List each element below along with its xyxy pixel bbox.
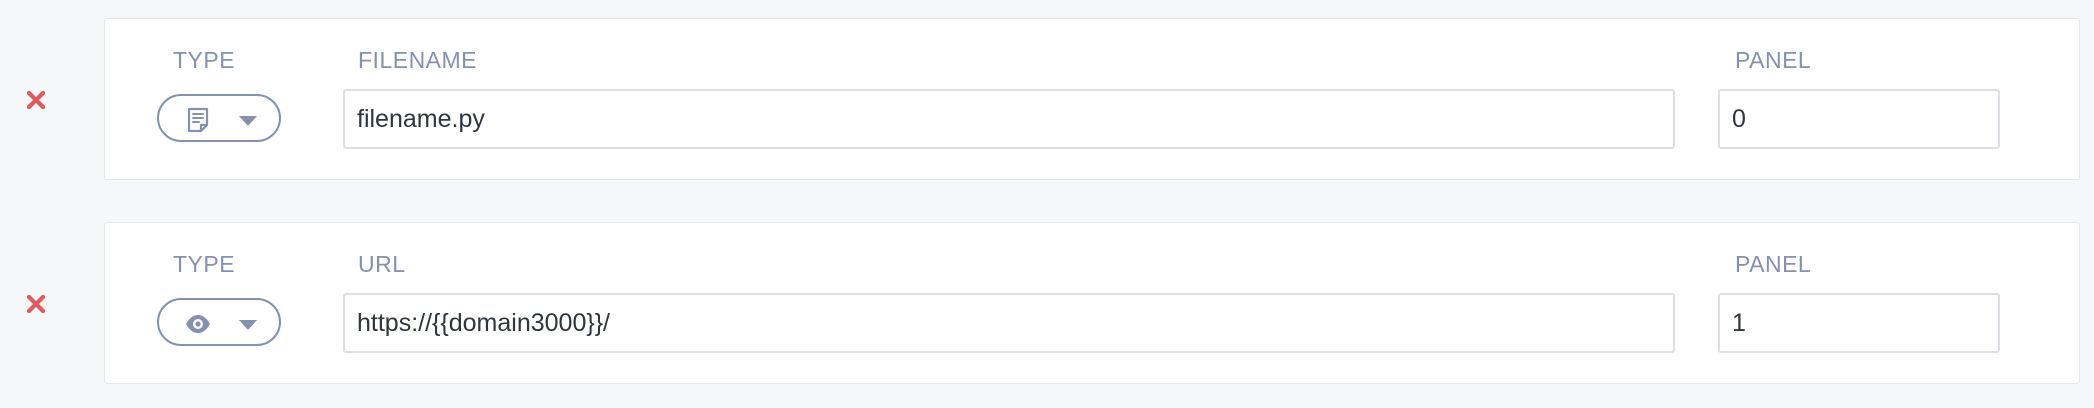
type-column-label: TYPE xyxy=(173,251,236,277)
tab-row-file: TYPE FILENAME PANEL xyxy=(0,18,2094,182)
tab-row-url: TYPE URL PANEL xyxy=(0,222,2094,386)
panel-input[interactable] xyxy=(1718,293,2000,353)
type-column-label: TYPE xyxy=(173,47,236,73)
url-input[interactable] xyxy=(343,293,1675,353)
filename-input[interactable] xyxy=(343,89,1675,149)
chevron-down-icon xyxy=(238,115,258,127)
type-select-dropdown[interactable] xyxy=(157,298,281,346)
filename-column-label: FILENAME xyxy=(358,47,478,73)
tab-config-card: TYPE FILENAME PANEL xyxy=(104,18,2080,180)
remove-row-button[interactable] xyxy=(24,88,48,112)
eye-icon xyxy=(185,311,211,337)
url-column-label: URL xyxy=(358,251,406,277)
panel-input[interactable] xyxy=(1718,89,2000,149)
chevron-down-icon xyxy=(238,319,258,331)
close-x-icon xyxy=(26,294,46,314)
file-icon xyxy=(185,107,211,133)
panel-column-label: PANEL xyxy=(1735,251,1812,277)
remove-row-button[interactable] xyxy=(24,292,48,316)
close-x-icon xyxy=(26,90,46,110)
type-select-dropdown[interactable] xyxy=(157,94,281,142)
tab-config-card: TYPE URL PANEL xyxy=(104,222,2080,384)
panel-column-label: PANEL xyxy=(1735,47,1812,73)
